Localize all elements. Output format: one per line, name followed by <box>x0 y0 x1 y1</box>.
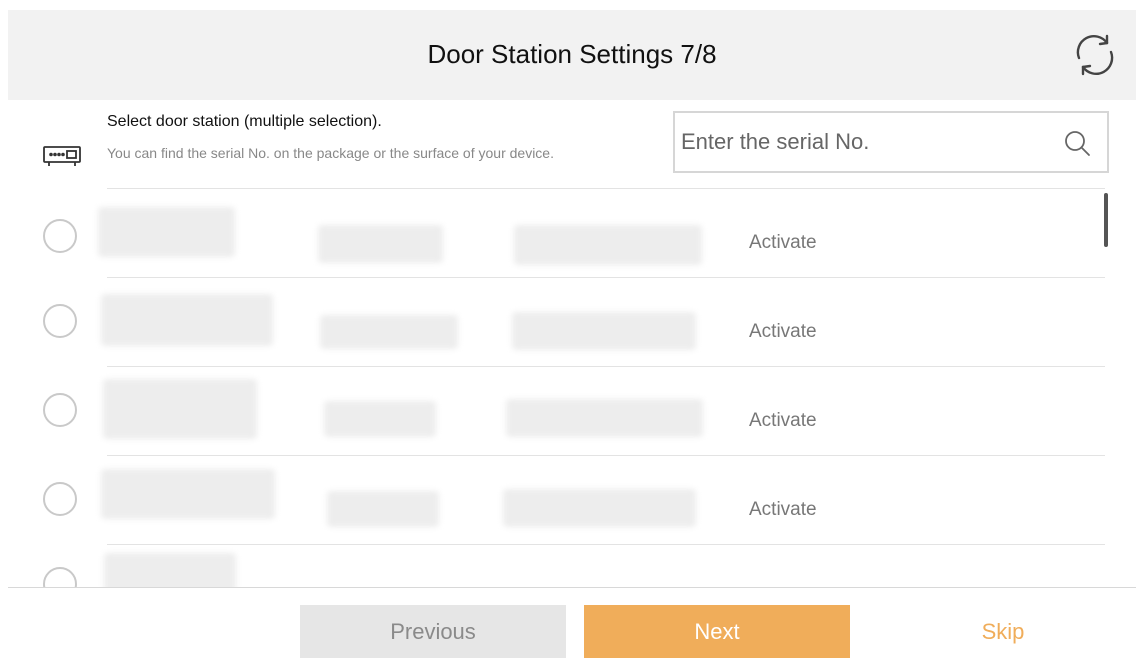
select-radio[interactable] <box>43 567 77 587</box>
previous-button[interactable]: Previous <box>300 605 566 658</box>
next-button[interactable]: Next <box>584 605 850 658</box>
refresh-icon[interactable] <box>1072 32 1118 78</box>
redacted-device-serial <box>514 225 702 265</box>
redacted-device-serial <box>503 489 696 527</box>
redacted-device-name <box>104 553 236 587</box>
header-bar: Door Station Settings 7/8 <box>8 10 1136 100</box>
activate-link[interactable]: Activate <box>749 498 817 522</box>
search-input[interactable] <box>681 113 1041 171</box>
redacted-device-name <box>101 469 275 519</box>
redacted-device-name <box>103 379 257 439</box>
redacted-device-name <box>98 207 235 257</box>
list-item[interactable]: Activate <box>0 456 1136 545</box>
list-item[interactable]: Activate <box>0 367 1136 456</box>
select-radio[interactable] <box>43 393 77 427</box>
redacted-device-serial <box>506 399 703 437</box>
door-station-list: Activate Activate Activate Activate <box>0 189 1136 587</box>
redacted-device-model <box>324 401 436 437</box>
search-icon[interactable] <box>1063 129 1091 157</box>
search-box[interactable] <box>673 111 1109 173</box>
redacted-device-name <box>101 294 273 346</box>
redacted-device-model <box>327 491 439 527</box>
select-radio[interactable] <box>43 219 77 253</box>
instruction-title: Select door station (multiple selection)… <box>107 113 382 130</box>
door-station-device-icon <box>43 144 81 168</box>
activate-link[interactable]: Activate <box>749 320 817 344</box>
door-station-settings-screen: Door Station Settings 7/8 Select door st… <box>0 0 1136 669</box>
list-scrollbar[interactable] <box>1104 193 1108 247</box>
activate-link[interactable]: Activate <box>749 231 817 255</box>
select-radio[interactable] <box>43 304 77 338</box>
redacted-device-serial <box>512 312 696 350</box>
list-item[interactable]: Activate <box>0 189 1136 278</box>
select-radio[interactable] <box>43 482 77 516</box>
list-item[interactable] <box>0 545 1136 587</box>
footer-bar: Previous Next Skip <box>8 587 1136 669</box>
redacted-device-model <box>318 225 443 263</box>
page-title: Door Station Settings 7/8 <box>427 39 717 69</box>
instruction-description: You can find the serial No. on the packa… <box>107 145 554 161</box>
list-item[interactable]: Activate <box>0 278 1136 367</box>
redacted-device-model <box>320 315 458 349</box>
activate-link[interactable]: Activate <box>749 409 817 433</box>
skip-button[interactable]: Skip <box>948 605 1058 658</box>
